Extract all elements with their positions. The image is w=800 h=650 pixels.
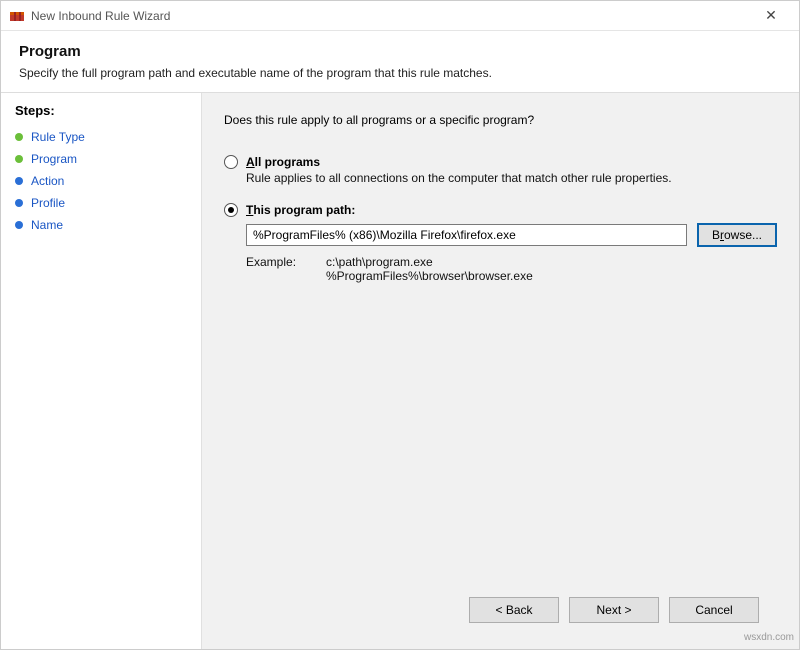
page-title: Program <box>19 43 781 60</box>
step-bullet-icon <box>15 155 23 163</box>
step-bullet-icon <box>15 133 23 141</box>
back-button[interactable]: < Back <box>469 597 559 623</box>
step-label: Action <box>31 174 64 188</box>
steps-sidebar: Steps: Rule Type Program Action Profile … <box>1 93 201 649</box>
option-all-programs: All programs Rule applies to all connect… <box>224 155 777 185</box>
step-program[interactable]: Program <box>15 148 201 170</box>
page-subtitle: Specify the full program path and execut… <box>19 66 781 80</box>
firewall-icon <box>9 8 25 24</box>
question-text: Does this rule apply to all programs or … <box>224 113 777 127</box>
wizard-header: Program Specify the full program path an… <box>1 31 799 93</box>
content-panel: Does this rule apply to all programs or … <box>201 93 799 649</box>
example-line: %ProgramFiles%\browser\browser.exe <box>326 269 533 283</box>
step-action[interactable]: Action <box>15 170 201 192</box>
example-line: c:\path\program.exe <box>326 255 533 269</box>
step-label: Program <box>31 152 77 166</box>
step-profile[interactable]: Profile <box>15 192 201 214</box>
titlebar: New Inbound Rule Wizard ✕ <box>1 1 799 31</box>
radio-program-path[interactable] <box>224 203 238 217</box>
browse-button[interactable]: Browse... <box>697 223 777 247</box>
wizard-window: New Inbound Rule Wizard ✕ Program Specif… <box>0 0 800 650</box>
next-button[interactable]: Next > <box>569 597 659 623</box>
option-program-path: This program path: Browse... Example: c:… <box>224 203 777 283</box>
step-bullet-icon <box>15 199 23 207</box>
option-all-desc: Rule applies to all connections on the c… <box>246 171 777 185</box>
step-label: Profile <box>31 196 65 210</box>
radio-all-programs[interactable] <box>224 155 238 169</box>
program-path-input[interactable] <box>246 224 687 246</box>
step-bullet-icon <box>15 221 23 229</box>
wizard-body: Steps: Rule Type Program Action Profile … <box>1 93 799 649</box>
step-rule-type[interactable]: Rule Type <box>15 126 201 148</box>
close-icon[interactable]: ✕ <box>751 7 791 24</box>
wizard-footer: < Back Next > Cancel <box>224 587 777 637</box>
example-label: Example: <box>246 255 326 283</box>
step-label: Rule Type <box>31 130 85 144</box>
cancel-button[interactable]: Cancel <box>669 597 759 623</box>
option-path-label[interactable]: This program path: <box>246 203 355 217</box>
step-label: Name <box>31 218 63 232</box>
watermark: wsxdn.com <box>744 632 794 643</box>
step-bullet-icon <box>15 177 23 185</box>
option-all-label[interactable]: All programs <box>246 155 320 169</box>
steps-heading: Steps: <box>15 103 201 118</box>
window-title: New Inbound Rule Wizard <box>31 9 751 23</box>
example-block: Example: c:\path\program.exe %ProgramFil… <box>246 255 777 283</box>
step-name[interactable]: Name <box>15 214 201 236</box>
